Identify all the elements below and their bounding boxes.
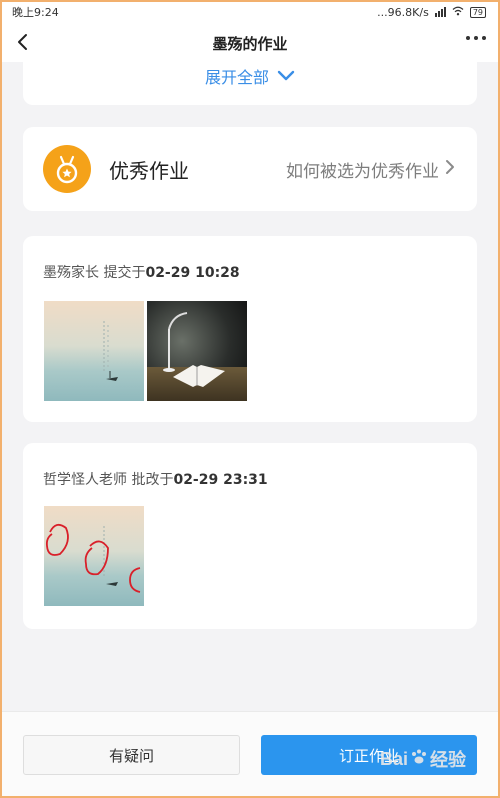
expand-all-button[interactable]: 展开全部: [23, 64, 477, 88]
expand-all-label: 展开全部: [204, 68, 269, 87]
medal-icon: [43, 145, 91, 193]
watermark-brand-right: 经验: [430, 750, 467, 770]
page-title: 墨殇的作业: [212, 35, 288, 53]
battery-icon: 79: [469, 6, 486, 18]
review-meta: 哲学怪人老师 批改于02-29 23:31: [43, 469, 268, 489]
question-button[interactable]: 有疑问: [23, 735, 240, 775]
how-to-be-selected-label: 如何被选为优秀作业: [286, 162, 439, 182]
excellent-homework-card: 优秀作业 如何被选为优秀作业: [23, 127, 477, 211]
paw-icon: [410, 748, 428, 771]
baidu-watermark: Bai 经验: [380, 746, 466, 772]
excellent-homework-title: 优秀作业: [109, 159, 189, 183]
submission-time: 02-29 10:28: [145, 265, 240, 281]
how-to-be-selected-link[interactable]: 如何被选为优秀作业: [286, 157, 455, 182]
signal-icon: [434, 7, 446, 17]
reviewer-name: 哲学怪人老师: [43, 472, 127, 488]
submission-action: 提交于: [103, 265, 146, 281]
review-time: 02-29 23:31: [173, 472, 268, 488]
submitter-name: 墨殇家长: [43, 265, 99, 281]
wifi-icon: [452, 6, 464, 19]
watermark-brand-left: Bai: [380, 748, 409, 769]
status-indicators: ...96.8K/s 79: [377, 6, 486, 19]
submission-image-landscape[interactable]: [44, 301, 144, 401]
reviewed-image[interactable]: [44, 506, 144, 606]
chevron-right-icon: [445, 159, 455, 180]
network-speed: ...96.8K/s: [377, 5, 429, 19]
review-action: 批改于: [131, 472, 174, 488]
homework-summary-card: 展开全部: [23, 52, 477, 105]
status-bar: 晚上9:24 ...96.8K/s 79: [0, 0, 500, 24]
more-icon[interactable]: [466, 36, 486, 40]
submission-meta: 墨殇家长 提交于02-29 10:28: [43, 262, 240, 282]
chevron-down-icon: [277, 67, 295, 86]
submission-card: 墨殇家长 提交于02-29 10:28: [23, 236, 477, 422]
status-time: 晚上9:24: [12, 6, 59, 19]
review-card: 哲学怪人老师 批改于02-29 23:31: [23, 443, 477, 629]
submission-image-book-lamp[interactable]: [147, 301, 247, 401]
